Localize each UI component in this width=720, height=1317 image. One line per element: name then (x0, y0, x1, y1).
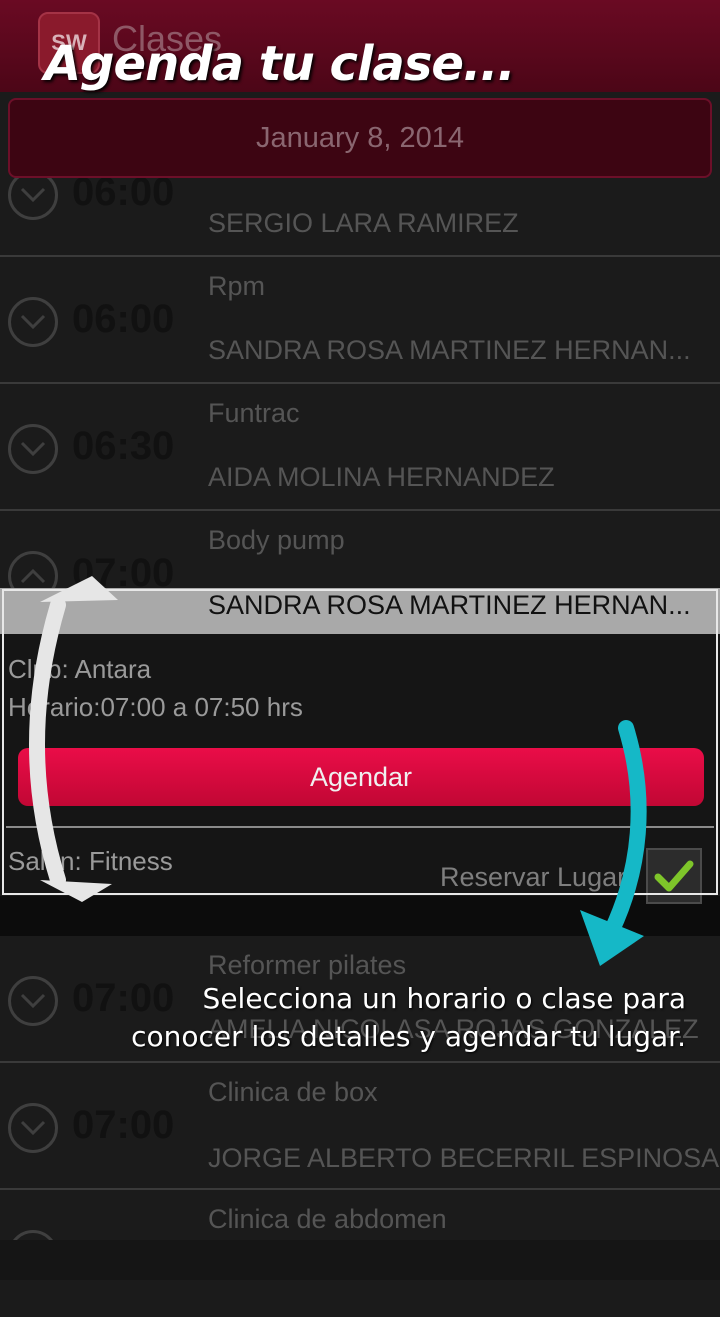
class-name: Reformer pilates (208, 950, 407, 980)
separator-band (0, 896, 720, 936)
class-instructor: SANDRA ROSA MARTINEZ HERNAN... (208, 335, 691, 365)
class-instructor: JORGE ALBERTO BECERRIL ESPINOSA (208, 1143, 720, 1173)
class-name: Clinica de abdomen (208, 1204, 447, 1234)
checkmark-icon (654, 860, 694, 892)
chevron-down-icon[interactable] (8, 424, 58, 474)
class-row[interactable]: 06:00 Rpm SANDRA ROSA MARTINEZ HERNAN... (0, 257, 720, 384)
class-name: Rpm (208, 271, 266, 301)
tutorial-caption: Selecciona un horario o clase para conoc… (46, 980, 686, 1056)
class-time: 07:00 (72, 1103, 175, 1147)
class-instructor: SANDRA ROSA MARTINEZ HERNAN... (208, 590, 691, 620)
class-name: Clinica de box (208, 1077, 378, 1107)
chevron-down-icon[interactable] (8, 297, 58, 347)
selected-class-header[interactable]: SANDRA ROSA MARTINEZ HERNAN... (0, 588, 720, 634)
caption-line-2: conocer los detalles y agendar tu lugar. (131, 1020, 686, 1053)
schedule-label: Horario:07:00 a 07:50 hrs (8, 692, 303, 722)
club-label: Club: Antara (8, 654, 152, 684)
chevron-down-icon[interactable] (8, 1103, 58, 1153)
agendar-button[interactable]: Agendar (18, 748, 704, 806)
class-time: 06:30 (72, 424, 175, 468)
class-name: Body pump (208, 525, 345, 555)
caption-line-1: Selecciona un horario o clase para (202, 982, 686, 1015)
class-time: 06:00 (72, 297, 175, 341)
reservar-checkbox[interactable] (646, 848, 702, 904)
divider (6, 826, 714, 828)
class-instructor: AIDA MOLINA HERNANDEZ (208, 462, 555, 492)
bottom-shade (0, 1240, 720, 1280)
class-name: Funtrac (208, 398, 300, 428)
salon-label: Salón: Fitness (8, 846, 173, 876)
class-instructor: SERGIO LARA RAMIREZ (208, 208, 519, 238)
class-row[interactable]: 07:00 Clinica de box JORGE ALBERTO BECER… (0, 1063, 720, 1190)
date-selector[interactable]: January 8, 2014 (8, 98, 712, 178)
class-row[interactable]: 06:30 Funtrac AIDA MOLINA HERNANDEZ (0, 384, 720, 511)
reservar-label: Reservar Lugar (440, 862, 627, 892)
tutorial-headline: Agenda tu clase... (44, 36, 516, 92)
